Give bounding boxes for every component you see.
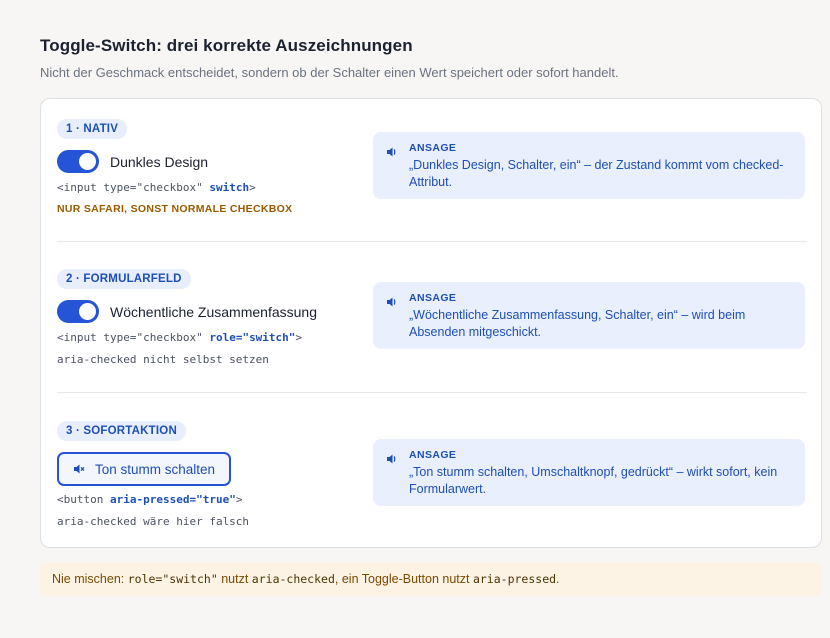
note-code: aria-checked xyxy=(251,572,335,586)
announcement-text: „Wöchentliche Zusammenfassung, Schalter,… xyxy=(409,308,746,339)
code-note: aria-checked wäre hier falsch xyxy=(57,515,250,528)
button-label: Ton stumm schalten xyxy=(95,461,216,477)
browser-support-warning: NUR SAFARI, SONST NORMALE CHECKBOX xyxy=(57,203,293,215)
code-snippet: <input type="checkbox" switch> xyxy=(57,181,256,194)
section-badge: 2 · FORMULARFELD xyxy=(57,269,191,289)
code-suffix: > xyxy=(295,331,303,344)
control-row: Wöchentliche Zusammenfassung xyxy=(57,300,317,323)
announcement-box: ANSAGE „Ton stumm schalten, Umschaltknop… xyxy=(373,439,805,506)
footer-note: Nie mischen: role="switch" nutzt aria-ch… xyxy=(40,562,822,596)
note-code: role="switch" xyxy=(127,572,218,586)
speaker-icon xyxy=(386,452,398,470)
section-native: 1 · NATIV Dunkles Design <input type="ch… xyxy=(57,119,807,215)
code-keyword: switch xyxy=(209,181,250,194)
announcement-box: ANSAGE „Dunkles Design, Schalter, ein“ –… xyxy=(373,132,805,199)
code-prefix: <button xyxy=(57,493,110,506)
note-text: . xyxy=(556,572,560,586)
announcement-heading: ANSAGE xyxy=(409,449,457,461)
code-keyword: role="switch" xyxy=(209,331,296,344)
section-badge: 1 · NATIV xyxy=(57,119,128,139)
speaker-icon xyxy=(386,145,398,163)
mute-toggle-button[interactable]: Ton stumm schalten xyxy=(57,452,232,486)
page-subtitle: Nicht der Geschmack entscheidet, sondern… xyxy=(40,65,619,80)
section-form-field: 2 · FORMULARFELD Wöchentliche Zusammenfa… xyxy=(57,269,807,366)
code-snippet: <input type="checkbox" role="switch"> xyxy=(57,331,302,344)
code-note: aria-checked nicht selbst setzen xyxy=(57,353,269,366)
announcement-heading: ANSAGE xyxy=(409,142,457,154)
code-prefix: <input type="checkbox" xyxy=(57,181,210,194)
speaker-mute-icon xyxy=(73,463,85,475)
note-text: , ein Toggle-Button nutzt xyxy=(334,572,473,586)
speaker-icon xyxy=(386,295,398,313)
page-title: Toggle-Switch: drei korrekte Auszeichnun… xyxy=(40,36,413,55)
divider xyxy=(57,392,807,393)
code-snippet: <button aria-pressed="true"> xyxy=(57,493,242,506)
announcement-text: „Ton stumm schalten, Umschaltknopf, gedr… xyxy=(409,465,778,496)
note-code: aria-pressed xyxy=(472,572,557,586)
note-text: Nie mischen: xyxy=(52,572,128,586)
announcement-heading: ANSAGE xyxy=(409,292,457,304)
code-suffix: > xyxy=(249,181,256,194)
code-prefix: <input type="checkbox" xyxy=(57,331,210,344)
note-text: nutzt xyxy=(217,572,252,586)
announcement-text: „Dunkles Design, Schalter, ein“ – der Zu… xyxy=(409,158,784,189)
divider xyxy=(57,241,807,242)
control-label: Dunkles Design xyxy=(110,153,209,170)
announcement-box: ANSAGE „Wöchentliche Zusammenfassung, Sc… xyxy=(373,282,805,349)
examples-card: 1 · NATIV Dunkles Design <input type="ch… xyxy=(40,98,822,548)
weekly-summary-switch[interactable] xyxy=(57,300,99,323)
section-instant-action: 3 · SOFORTAKTION Ton stumm schalten <but… xyxy=(57,421,807,528)
control-label: Wöchentliche Zusammenfassung xyxy=(110,303,317,320)
code-keyword: aria-pressed="true" xyxy=(109,493,236,506)
control-row: Dunkles Design xyxy=(57,150,208,173)
code-suffix: > xyxy=(235,493,243,506)
dark-design-switch[interactable] xyxy=(57,150,99,173)
section-badge: 3 · SOFORTAKTION xyxy=(57,421,186,441)
